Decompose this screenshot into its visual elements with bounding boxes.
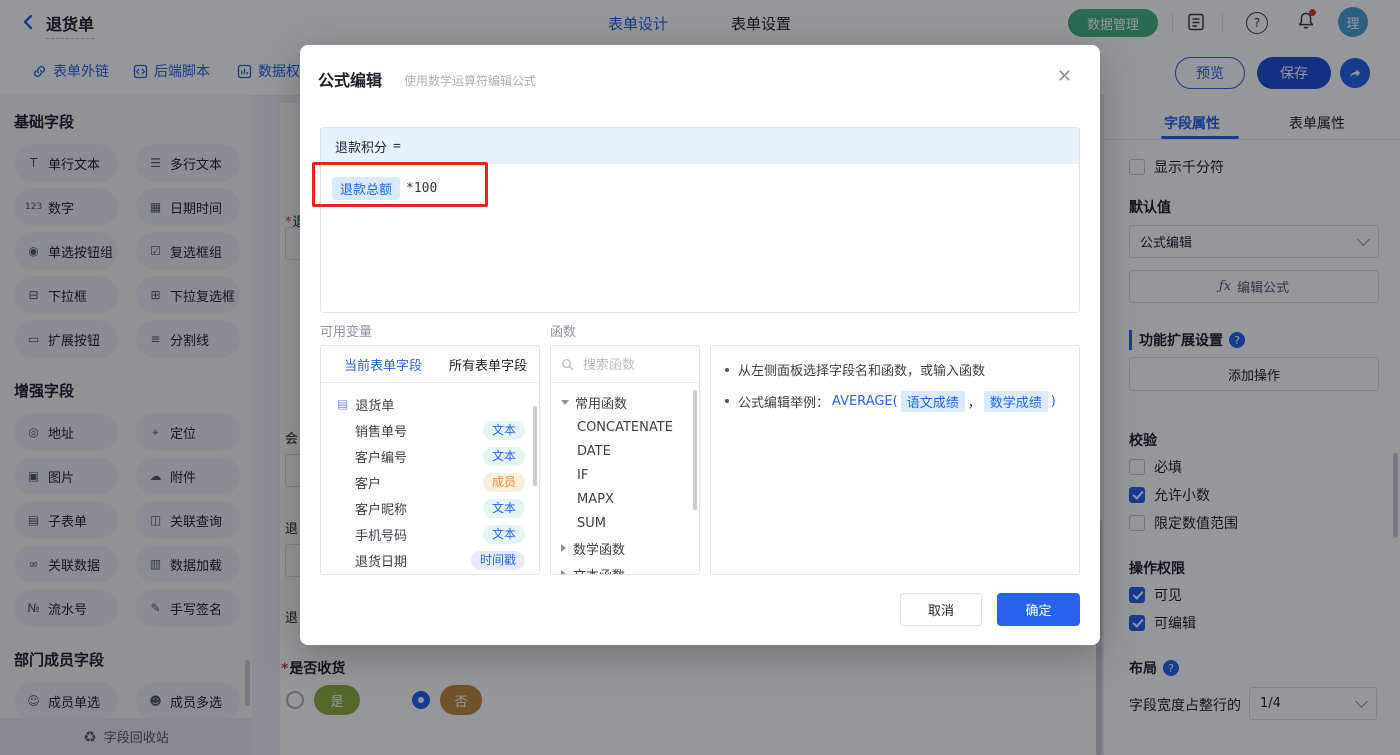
type-badge: 文本: [482, 524, 525, 544]
formula-editor[interactable]: 退款积分 = 退款总额 *100: [320, 127, 1080, 313]
variables-tabs: 当前表单字段 所有表单字段: [321, 346, 539, 383]
function-group-common[interactable]: 常用函数: [551, 389, 699, 415]
variables-label: 可用变量: [320, 325, 373, 340]
variable-row[interactable]: 手机号码 文本: [321, 521, 539, 547]
hint-line-2: 公式编辑举例： AVERAGE( 语文成绩 ， 数学成绩 ): [711, 379, 1079, 412]
variables-box: 当前表单字段 所有表单字段 ▤ 退货单 销售单号 文本 客户编号 文本 客户 成…: [320, 345, 540, 575]
chevron-right-icon: [561, 570, 566, 574]
type-badge: 时间戳: [470, 550, 525, 570]
bullet-icon: [725, 368, 729, 372]
chevron-right-icon: [561, 544, 566, 552]
search-icon: [561, 358, 574, 370]
hint-box: 从左侧面板选择字段名和函数，或输入函数 公式编辑举例： AVERAGE( 语文成…: [710, 345, 1080, 575]
formula-target: 退款积分: [335, 140, 388, 156]
function-item[interactable]: SUM: [551, 511, 699, 535]
function-search-input[interactable]: [581, 355, 685, 373]
example-chip-2: 数学成绩: [983, 391, 1048, 412]
variable-row[interactable]: 客户 成员: [321, 469, 539, 495]
variable-row[interactable]: 客户编号 文本: [321, 443, 539, 469]
function-item[interactable]: DATE: [551, 439, 699, 463]
functions-scrollbar[interactable]: [693, 390, 697, 510]
type-badge: 文本: [482, 446, 525, 466]
formula-edit-modal: 公式编辑 使用数学运算符编辑公式 ✕ 退款积分 = 退款总额 *100 可用变量…: [300, 45, 1100, 645]
functions-label: 函数: [550, 325, 577, 340]
function-search: [551, 346, 699, 383]
function-item[interactable]: CONCATENATE: [551, 415, 699, 439]
function-item[interactable]: IF: [551, 463, 699, 487]
type-badge: 成员: [482, 472, 525, 492]
chevron-down-icon: [561, 399, 569, 405]
type-badge: 文本: [482, 420, 525, 440]
form-doc-icon: ▤: [337, 397, 349, 411]
annotation-highlight-box: [312, 162, 488, 207]
tab-current-form-fields[interactable]: 当前表单字段: [344, 355, 422, 374]
modal-title: 公式编辑: [318, 71, 383, 90]
modal-subtitle: 使用数学运算符编辑公式: [404, 74, 537, 88]
variable-row[interactable]: 销售单号 文本: [321, 417, 539, 443]
function-group-math[interactable]: 数学函数: [551, 535, 699, 561]
type-badge: 文本: [482, 498, 525, 518]
function-item[interactable]: MAPX: [551, 487, 699, 511]
close-icon[interactable]: ✕: [1057, 68, 1072, 86]
confirm-button[interactable]: 确定: [997, 593, 1080, 626]
tab-all-form-fields[interactable]: 所有表单字段: [449, 355, 527, 374]
formula-target-row: 退款积分 =: [321, 128, 1079, 164]
hint-line-1: 从左侧面板选择字段名和函数，或输入函数: [711, 346, 1079, 379]
variable-row[interactable]: 客户昵称 文本: [321, 495, 539, 521]
variables-root-row[interactable]: ▤ 退货单: [321, 391, 539, 417]
variables-scrollbar[interactable]: [533, 406, 537, 486]
variable-row[interactable]: 退货日期 时间戳: [321, 547, 539, 573]
cancel-button[interactable]: 取消: [900, 593, 982, 626]
app-window: 退货单 表单设计 表单设置 数据管理 ? 理 表单外链 后端脚本 数据权 预览 …: [0, 0, 1400, 755]
bullet-icon: [725, 399, 729, 403]
functions-box: 常用函数 CONCATENATE DATE IF MAPX SUM 数学函数 文…: [550, 345, 700, 575]
function-group-text[interactable]: 文本函数: [551, 561, 699, 574]
example-chip-1: 语文成绩: [900, 391, 965, 412]
example-function-name: AVERAGE(: [832, 394, 898, 409]
formula-equals: =: [393, 138, 401, 154]
